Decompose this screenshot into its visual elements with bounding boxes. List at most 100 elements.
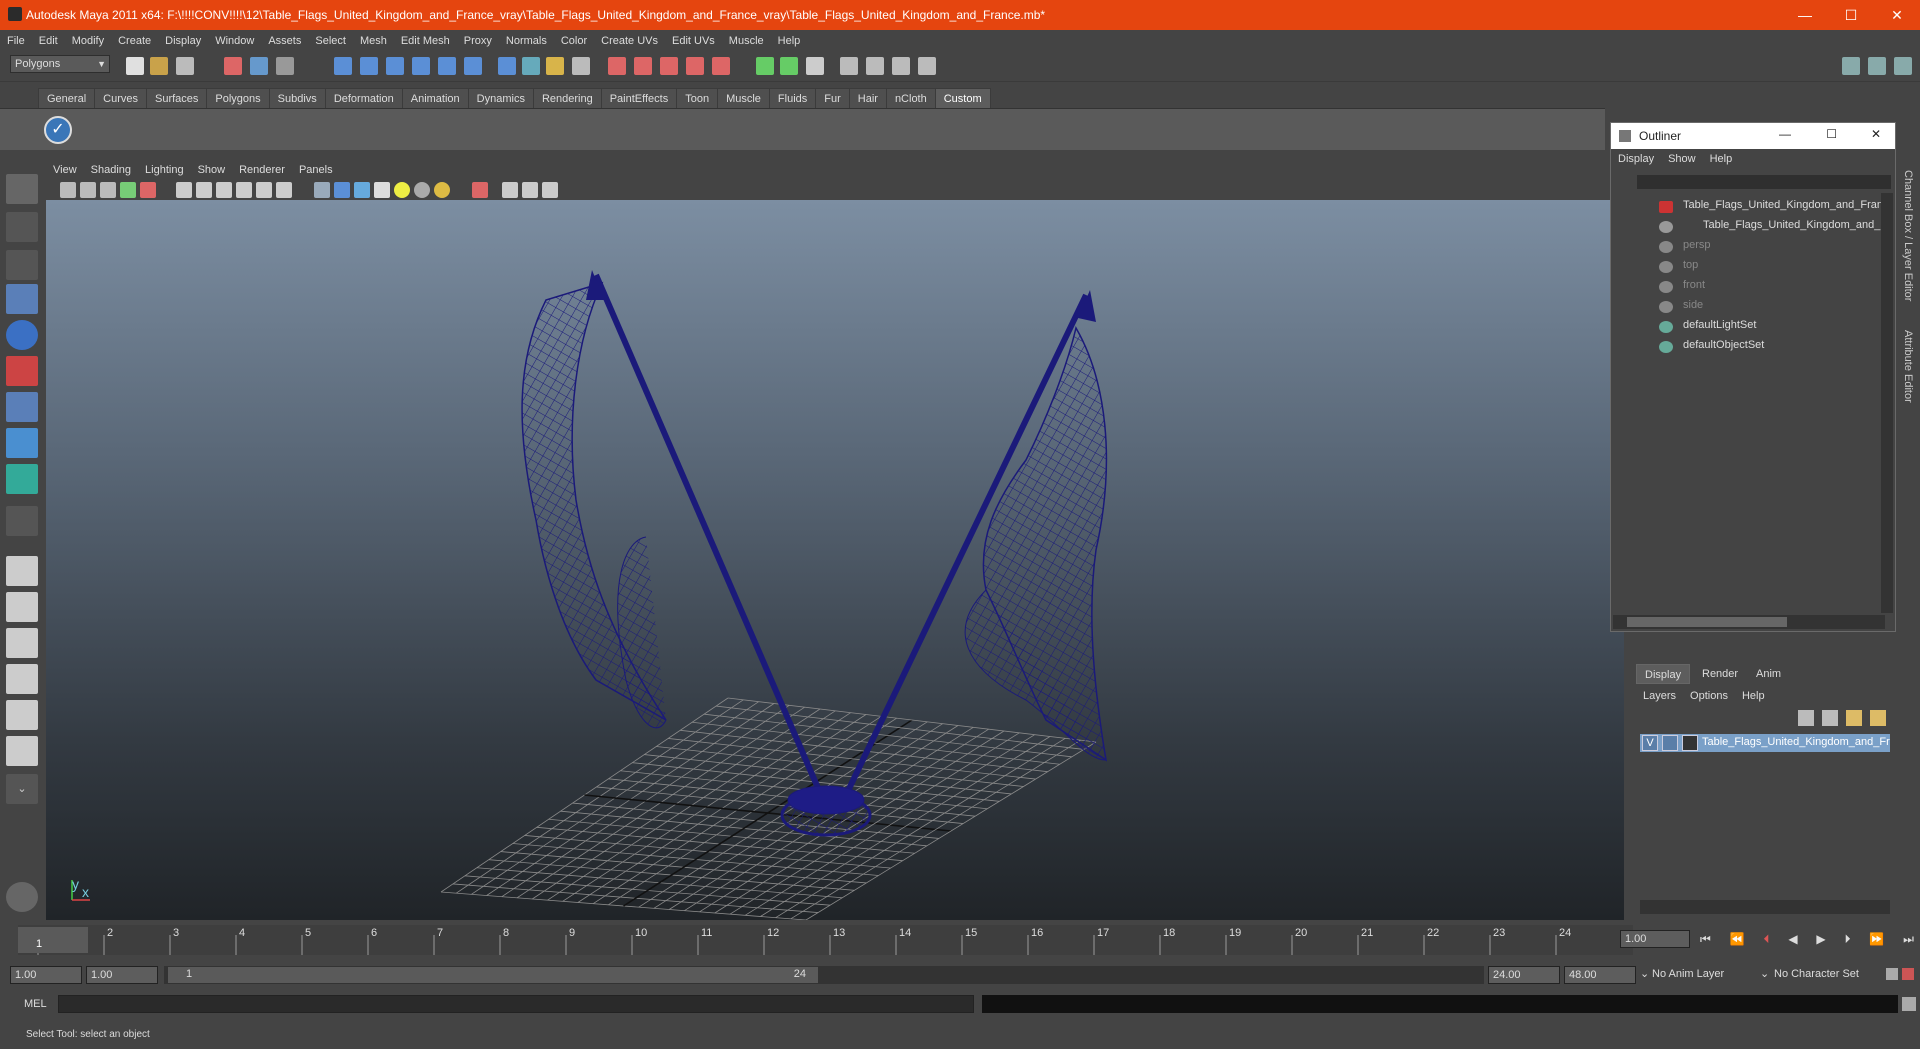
wireframe-icon[interactable]	[314, 182, 330, 198]
select-hierarchy-icon[interactable]	[224, 57, 242, 75]
outliner-menu-help[interactable]: Help	[1703, 153, 1740, 165]
perspective-viewport[interactable]: y x	[46, 200, 1624, 920]
resolution-gate-icon[interactable]	[196, 182, 212, 198]
xray-joints-icon[interactable]	[522, 182, 538, 198]
image-plane-icon[interactable]	[120, 182, 136, 198]
outliner-minimize-button[interactable]: —	[1779, 127, 1791, 141]
anim-layer-selector[interactable]: No Anim Layer	[1652, 968, 1724, 980]
animation-end-field[interactable]: 48.00	[1564, 966, 1636, 984]
new-scene-icon[interactable]	[126, 57, 144, 75]
snap-grid-icon[interactable]	[334, 57, 352, 75]
snap-point-icon[interactable]	[386, 57, 404, 75]
grid-icon[interactable]	[176, 182, 192, 198]
tool-settings-toggle-icon[interactable]	[1894, 57, 1912, 75]
go-to-start-icon[interactable]: ⏮	[1700, 932, 1711, 948]
snap-view-plane-icon[interactable]	[412, 57, 430, 75]
viewport-menu-lighting[interactable]: Lighting	[138, 164, 191, 176]
open-scene-icon[interactable]	[150, 57, 168, 75]
hypershade-icon[interactable]	[686, 57, 704, 75]
menu-edit[interactable]: Edit	[32, 35, 65, 47]
lock-icon[interactable]	[546, 57, 564, 75]
auto-key-icon[interactable]	[1886, 968, 1898, 980]
playback-end-field[interactable]: 24.00	[1488, 966, 1560, 984]
menu-color[interactable]: Color	[554, 35, 594, 47]
menu-muscle[interactable]: Muscle	[722, 35, 771, 47]
render-settings-icon[interactable]	[660, 57, 678, 75]
channel-box-tab[interactable]: Channel Box / Layer Editor	[1902, 170, 1914, 301]
camera-icon[interactable]	[60, 182, 76, 198]
shadows-icon[interactable]	[414, 182, 430, 198]
show-manipulator-icon[interactable]	[6, 464, 38, 494]
input-ops-icon[interactable]	[572, 57, 590, 75]
time-slider[interactable]: 2 3 4 5 6 7 8 9 10 11 12 13 14 15 16 17 18 19 20 21 22 23 24 1	[18, 925, 1633, 955]
outliner-vertical-scrollbar[interactable]	[1881, 193, 1893, 613]
mode-selector[interactable]: Polygons ▼	[10, 55, 110, 73]
film-gate-icon[interactable]	[140, 182, 156, 198]
step-back-frame-icon[interactable]: ⏴	[1763, 932, 1769, 948]
attribute-editor-tab[interactable]: Attribute Editor	[1902, 330, 1914, 403]
animation-start-field[interactable]: 1.00	[10, 966, 82, 984]
outliner-persp-layout-icon[interactable]	[6, 628, 38, 658]
select-tool-icon[interactable]	[6, 174, 38, 204]
shelf-tab-general[interactable]: General	[38, 88, 96, 108]
script-icon[interactable]	[6, 882, 38, 912]
channel-box-toggle-icon[interactable]	[1842, 57, 1860, 75]
isolate-select-icon[interactable]	[472, 182, 488, 198]
select-component-icon[interactable]	[276, 57, 294, 75]
menu-display[interactable]: Display	[158, 35, 208, 47]
outliner-item[interactable]: persp	[1683, 239, 1711, 251]
safe-action-icon[interactable]	[256, 182, 272, 198]
shelf-tab-muscle[interactable]: Muscle	[717, 88, 770, 108]
ambient-occlusion-icon[interactable]	[434, 182, 450, 198]
outliner-item[interactable]: side	[1683, 299, 1703, 311]
outliner-item[interactable]: front	[1683, 279, 1705, 291]
menu-create[interactable]: Create	[111, 35, 158, 47]
make-live-icon[interactable]	[438, 57, 456, 75]
layer-remove-selected-icon[interactable]	[1870, 710, 1886, 726]
layer-visibility-toggle[interactable]: V	[1642, 735, 1658, 751]
layer-add-selected-icon[interactable]	[1846, 710, 1862, 726]
rename-icon[interactable]	[780, 57, 798, 75]
shelf-tab-ncloth[interactable]: nCloth	[885, 88, 936, 108]
preferences-icon[interactable]	[1902, 968, 1914, 980]
command-language-label[interactable]: MEL	[24, 998, 47, 1010]
menu-window[interactable]: Window	[208, 35, 261, 47]
field-chart-icon[interactable]	[236, 182, 252, 198]
shelf-tab-custom[interactable]: Custom	[934, 88, 991, 108]
layer-tab-render[interactable]: Render	[1694, 664, 1746, 684]
play-forwards-icon[interactable]: ▶	[1816, 932, 1825, 948]
menu-mesh[interactable]: Mesh	[353, 35, 394, 47]
single-pane-layout-icon[interactable]	[6, 556, 38, 586]
outliner-title-bar[interactable]: Outliner — ☐ ✕	[1611, 123, 1895, 149]
menu-file[interactable]: File	[0, 35, 32, 47]
paint-select-tool-icon[interactable]	[6, 250, 38, 280]
render-globals-icon[interactable]	[840, 57, 858, 75]
step-forward-frame-icon[interactable]: ⏵	[1844, 932, 1850, 948]
current-frame-marker[interactable]: 1	[18, 927, 88, 953]
layer-tab-display[interactable]: Display	[1636, 664, 1691, 684]
rotate-tool-icon[interactable]	[6, 320, 38, 350]
outliner-item[interactable]: Table_Flags_United_Kingdom_and_Fran	[1683, 199, 1883, 211]
layer-horizontal-scrollbar[interactable]	[1640, 900, 1890, 914]
maximize-button[interactable]: ☐	[1828, 0, 1874, 30]
manipulator-tool-icon[interactable]	[6, 392, 38, 422]
history-icon[interactable]	[464, 57, 482, 75]
menu-create-uvs[interactable]: Create UVs	[594, 35, 665, 47]
outliner-menu-display[interactable]: Display	[1611, 153, 1661, 165]
menu-modify[interactable]: Modify	[65, 35, 111, 47]
clipboard-icon[interactable]	[806, 57, 824, 75]
layer-color-swatch[interactable]	[1682, 735, 1698, 751]
outliner-item[interactable]: defaultObjectSet	[1683, 339, 1764, 351]
layer-menu-layers[interactable]: Layers	[1636, 690, 1683, 702]
shelf-tab-fluids[interactable]: Fluids	[768, 88, 817, 108]
layer-tab-anim[interactable]: Anim	[1748, 664, 1789, 684]
outliner-maximize-button[interactable]: ☐	[1826, 127, 1837, 141]
play-backwards-icon[interactable]: ◀	[1788, 932, 1797, 948]
shelf-tab-subdivs[interactable]: Subdivs	[268, 88, 326, 108]
use-all-lights-icon[interactable]	[394, 182, 410, 198]
character-set-selector[interactable]: No Character Set	[1774, 968, 1859, 980]
outliner-item[interactable]: Table_Flags_United_Kingdom_and_I	[1703, 219, 1883, 231]
menu-assets[interactable]: Assets	[261, 35, 308, 47]
graph-persp-layout-icon[interactable]	[6, 664, 38, 694]
snap-curve-icon[interactable]	[360, 57, 378, 75]
